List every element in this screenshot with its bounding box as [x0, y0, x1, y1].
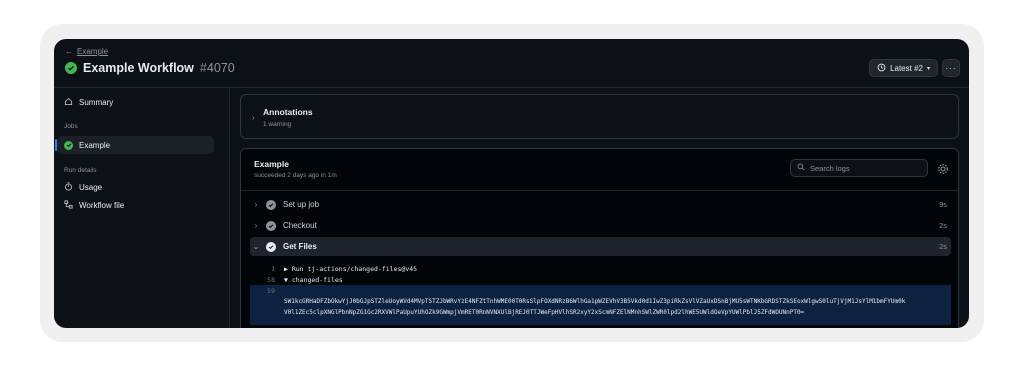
sidebar-item-usage[interactable]: Usage [57, 178, 214, 196]
step-duration: 9s [939, 200, 947, 209]
main-content: › Annotations 1 warning Example succeede… [240, 88, 969, 328]
step-name: Checkout [283, 221, 317, 230]
sidebar-item-example-job[interactable]: Example [55, 136, 214, 154]
jobs-section-heading: Jobs [64, 123, 78, 130]
log-line[interactable]: 58 ▼ changed-files [250, 274, 951, 285]
success-check-icon [64, 140, 73, 150]
chevron-right-icon: › [254, 221, 258, 230]
step-get-files[interactable]: ⌄ Get Files 2s [250, 237, 951, 256]
latest-attempt-button[interactable]: Latest #2 ▾ [869, 59, 938, 77]
back-link[interactable]: ← Example [65, 47, 108, 56]
step-set-up-job[interactable]: › Set up job 9s [250, 195, 951, 214]
log-line[interactable]: 1 ▶ Run tj-actions/changed-files@v45 [250, 263, 951, 274]
home-icon [64, 97, 73, 108]
log-line-number[interactable]: 1 [250, 265, 275, 273]
sidebar-item-label: Example [79, 140, 111, 150]
step-name: Get Files [283, 242, 317, 251]
step-checkout[interactable]: › Checkout 2s [250, 216, 951, 235]
page-title: Example Workflow #4070 [65, 61, 235, 75]
workflow-icon [64, 199, 73, 211]
log-line-number[interactable]: 60 [250, 328, 275, 329]
sidebar-item-label: Summary [79, 97, 114, 107]
chevron-right-icon: › [252, 113, 255, 122]
actions-run-window: ← Example Example Workflow #4070 Latest … [54, 39, 969, 328]
success-check-icon [65, 62, 77, 74]
annotations-count: 1 warning [263, 121, 292, 128]
job-title: Example [254, 159, 289, 169]
gear-icon[interactable] [937, 162, 949, 174]
step-name: Set up job [283, 200, 320, 209]
sidebar: Summary Jobs Example Run details Usage W… [54, 88, 230, 328]
caret-down-icon: ▾ [926, 65, 930, 72]
sidebar-item-label: Workflow file [79, 200, 125, 210]
log-line-text: ▼ changed-files [284, 275, 343, 284]
more-options-button[interactable]: ··· [942, 59, 960, 77]
run-number: #4070 [199, 61, 235, 75]
chevron-down-icon: ⌄ [252, 242, 260, 251]
back-link-label[interactable]: Example [77, 47, 108, 56]
log-line-text: ▶ Run tj-actions/changed-files@v45 [284, 264, 418, 273]
header-actions: Latest #2 ▾ ··· [869, 59, 960, 77]
log-payload-line-1: SW1kcGRHaDFZbOkwYjJ0bGJpSTZleUoyWVd4MVpT… [284, 298, 906, 305]
step-success-icon [266, 199, 276, 210]
step-success-icon [266, 220, 276, 231]
log-line-highlighted[interactable]: 59 [250, 285, 951, 325]
latest-attempt-label: Latest #2 [890, 63, 923, 73]
job-log-panel: Example succeeded 2 days ago in 1m Searc… [240, 148, 959, 328]
search-logs-input[interactable]: Search logs [790, 159, 928, 177]
chevron-right-icon: › [254, 200, 258, 209]
search-icon [797, 163, 805, 173]
annotations-panel[interactable]: › Annotations 1 warning [240, 94, 959, 139]
sidebar-item-summary[interactable]: Summary [57, 93, 214, 111]
log-line-number[interactable]: 58 [250, 276, 275, 284]
job-header-divider [241, 190, 958, 191]
search-placeholder: Search logs [810, 163, 850, 173]
run-header: ← Example Example Workflow #4070 Latest … [54, 39, 969, 87]
workflow-title: Example Workflow [83, 61, 194, 75]
history-icon [877, 63, 886, 74]
log-payload-line-2: V0l1ZEc5clpXNGlPbnNpZG1Gc2RXVWlPaUpuYUhO… [284, 309, 805, 316]
step-duration: 2s [939, 242, 947, 251]
log-line-number[interactable]: 59 [250, 287, 275, 295]
sidebar-item-workflow-file[interactable]: Workflow file [57, 196, 214, 214]
stopwatch-icon [64, 181, 73, 193]
arrow-left-icon: ← [65, 47, 73, 56]
run-details-section-heading: Run details [64, 167, 97, 174]
job-status: succeeded 2 days ago in 1m [254, 172, 337, 179]
sidebar-item-label: Usage [79, 182, 103, 192]
annotations-title: Annotations [263, 107, 313, 117]
step-success-icon [266, 241, 276, 252]
step-duration: 2s [939, 221, 947, 230]
log-line[interactable]: 60 [250, 326, 951, 329]
